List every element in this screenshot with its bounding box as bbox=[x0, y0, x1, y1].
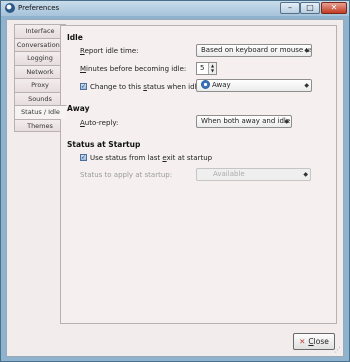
autoreply-dropdown[interactable]: When both away and idle ◆ bbox=[196, 115, 292, 128]
chevron-down-icon: ◆ bbox=[303, 171, 308, 178]
chevron-down-icon: ◆ bbox=[304, 82, 309, 89]
use-last-label-post: xit at startup bbox=[166, 154, 213, 162]
idle-status-dropdown[interactable]: Away ◆ bbox=[196, 79, 312, 92]
chevron-down-icon: ◆ bbox=[304, 47, 309, 54]
change-status-label: Change to this status when idle: bbox=[90, 83, 203, 91]
tab-conversations[interactable]: Conversations bbox=[14, 37, 66, 51]
dialog-client-area: Interface Conversations Logging Network … bbox=[6, 19, 344, 357]
title-bar[interactable]: Preferences – □ ✕ bbox=[1, 1, 349, 16]
use-last-label-pre: Use status from last bbox=[90, 154, 163, 162]
tab-logging[interactable]: Logging bbox=[14, 51, 66, 65]
pidgin-app-icon bbox=[5, 3, 15, 13]
minutes-idle-label-text: inutes before becoming idle: bbox=[86, 65, 187, 73]
tab-network[interactable]: Network bbox=[14, 64, 66, 78]
change-status-checkbox[interactable]: ✓ bbox=[80, 83, 87, 90]
close-label: lose bbox=[313, 337, 329, 346]
autoreply-value: When both away and idle bbox=[201, 117, 291, 125]
report-idle-label: Report idle time: bbox=[80, 47, 138, 55]
startup-heading: Status at Startup bbox=[67, 140, 141, 149]
tab-proxy[interactable]: Proxy bbox=[14, 78, 66, 92]
preferences-window: Preferences – □ ✕ Interface Conversation… bbox=[0, 0, 350, 362]
window-close-button[interactable]: ✕ bbox=[321, 2, 347, 14]
window-title: Preferences bbox=[18, 4, 60, 12]
away-heading: Away bbox=[67, 104, 90, 113]
minutes-idle-spinner[interactable]: 5 ▲ ▼ bbox=[196, 62, 217, 75]
startup-status-value: Available bbox=[213, 170, 245, 178]
resize-grip-icon[interactable]: ⋰ bbox=[334, 346, 341, 354]
idle-heading: Idle bbox=[67, 33, 83, 42]
change-status-label-pre: Change to this bbox=[90, 83, 144, 91]
report-idle-dropdown[interactable]: Based on keyboard or mouse use ◆ bbox=[196, 44, 312, 57]
change-status-label-post: tatus when idle: bbox=[146, 83, 204, 91]
spin-arrows-icon[interactable]: ▲ ▼ bbox=[208, 63, 216, 74]
maximize-button[interactable]: □ bbox=[300, 2, 320, 14]
report-idle-value: Based on keyboard or mouse use bbox=[201, 46, 312, 54]
status-idle-panel: Idle Report idle time: Based on keyboard… bbox=[60, 25, 337, 324]
close-button[interactable]: ✕ Close bbox=[293, 333, 335, 350]
minutes-idle-value: 5 bbox=[200, 64, 205, 72]
report-idle-label-text: eport idle time: bbox=[84, 47, 139, 55]
use-last-status-checkbox[interactable]: ✓ bbox=[80, 154, 87, 161]
minutes-idle-label: Minutes before becoming idle: bbox=[80, 65, 186, 73]
tab-interface[interactable]: Interface bbox=[14, 24, 66, 38]
startup-status-dropdown: Available ◆ bbox=[196, 168, 311, 181]
spin-down-icon[interactable]: ▼ bbox=[211, 68, 214, 73]
use-last-status-label: Use status from last exit at startup bbox=[90, 154, 212, 162]
away-status-icon bbox=[201, 80, 210, 89]
tab-strip: Interface Conversations Logging Network … bbox=[14, 24, 67, 132]
idle-status-value: Away bbox=[212, 81, 231, 89]
chevron-down-icon: ◆ bbox=[284, 118, 289, 125]
tab-sounds[interactable]: Sounds bbox=[14, 91, 66, 105]
autoreply-label: Auto-reply: bbox=[80, 119, 118, 127]
tab-themes[interactable]: Themes bbox=[14, 118, 66, 132]
tab-status-idle[interactable]: Status / Idle bbox=[14, 105, 67, 119]
autoreply-label-text: uto-reply: bbox=[84, 119, 119, 127]
close-icon: ✕ bbox=[299, 337, 306, 346]
apply-status-label: Status to apply at startup: bbox=[80, 171, 173, 179]
minimize-button[interactable]: – bbox=[280, 2, 300, 14]
